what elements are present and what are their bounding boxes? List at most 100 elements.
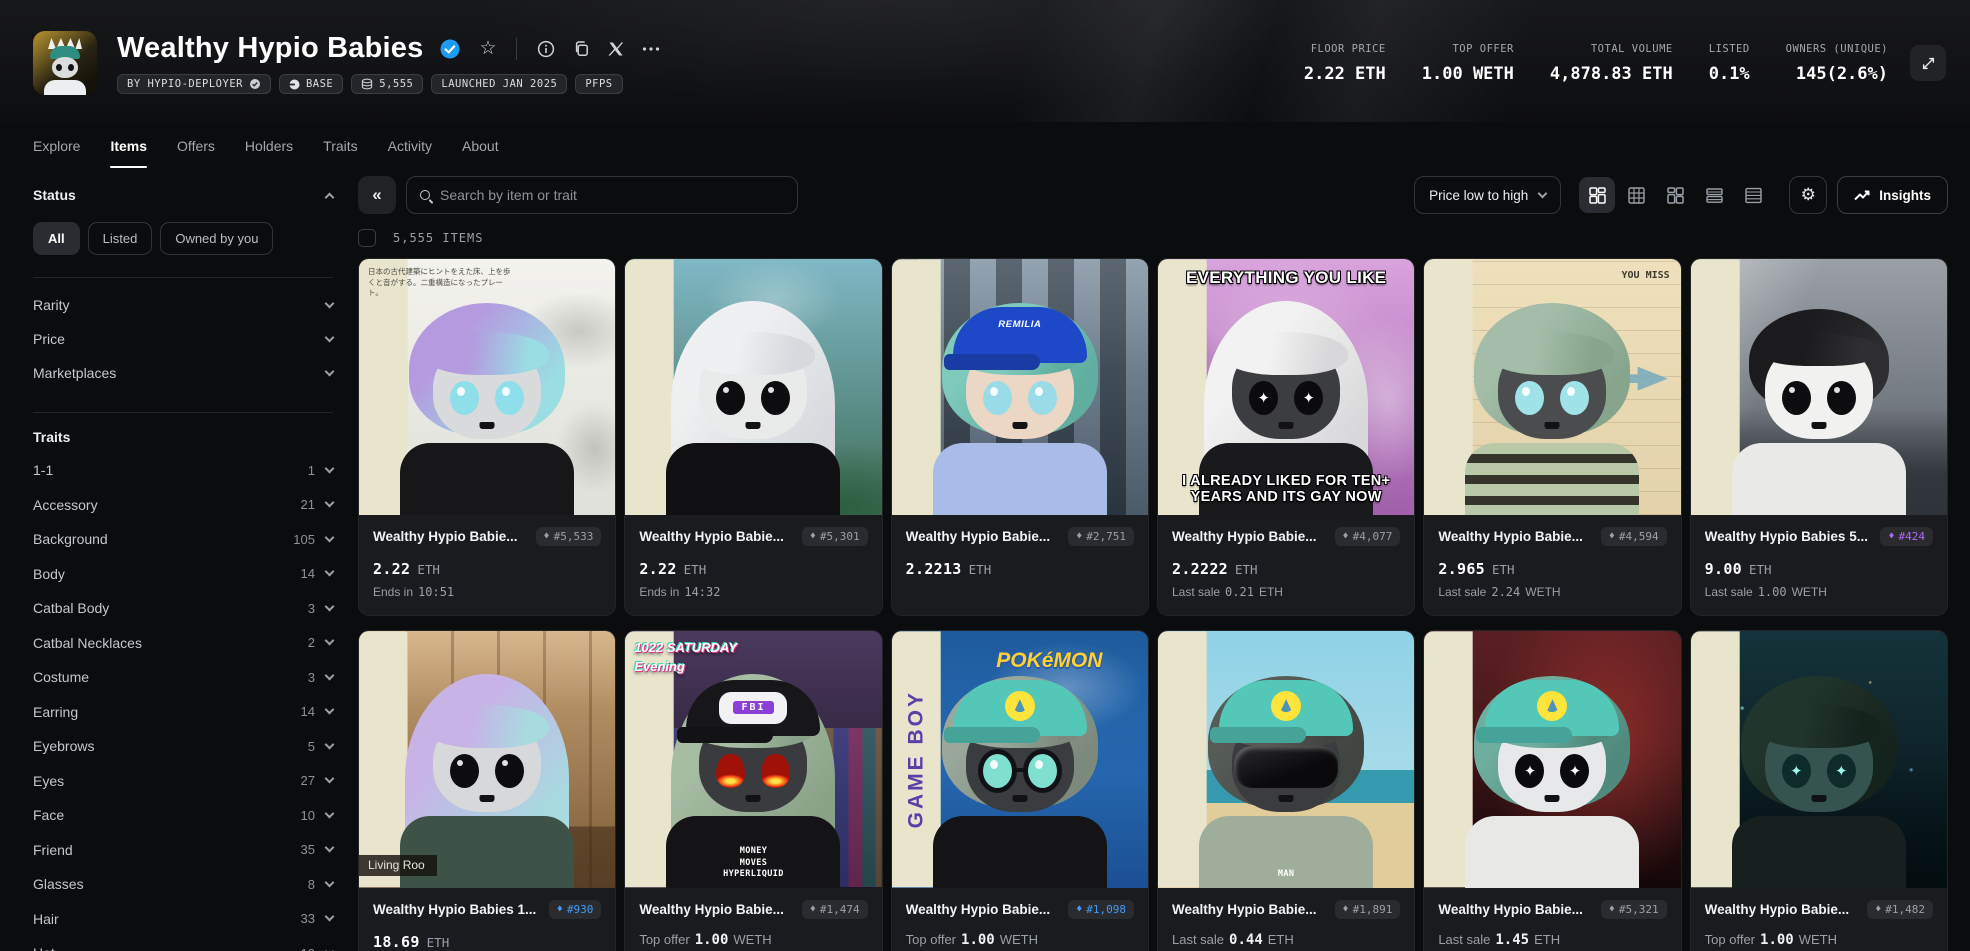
trait-row[interactable]: Eyebrows5 (33, 729, 333, 764)
nft-card[interactable]: Wealthy Hypio Babie... ♦#1,482 Top offer… (1690, 630, 1948, 951)
trait-row[interactable]: Friend35 (33, 833, 333, 868)
search-bar[interactable] (406, 176, 798, 214)
status-filter-listed[interactable]: Listed (88, 222, 153, 255)
cap-label: FBI (733, 701, 773, 714)
nft-card[interactable]: Wealthy Hypio Babie... ♦#5,321 Last sale… (1423, 630, 1681, 951)
character-mouth (1279, 422, 1294, 429)
tab-explore[interactable]: Explore (33, 134, 80, 158)
tab-offers[interactable]: Offers (177, 134, 215, 158)
status-filter-owned-by-you[interactable]: Owned by you (160, 222, 273, 255)
trait-row[interactable]: Glasses8 (33, 867, 333, 902)
trait-row[interactable]: Hat10 (33, 936, 333, 951)
trait-row[interactable]: Body14 (33, 557, 333, 592)
chevron-down-icon (325, 705, 335, 715)
tab-items[interactable]: Items (110, 134, 147, 158)
rank-number: #1,891 (1353, 903, 1393, 916)
filter-marketplaces[interactable]: Marketplaces (33, 356, 333, 390)
trait-row[interactable]: Earring14 (33, 695, 333, 730)
trait-row[interactable]: Costume3 (33, 660, 333, 695)
character-face (433, 714, 541, 812)
status-filter-all[interactable]: All (33, 222, 80, 255)
price-unit: ETH (417, 562, 440, 577)
art-side-text (1424, 259, 1473, 515)
nft-card[interactable]: EVERYTHING YOU LIKE I ALREADY LIKED FOR … (1157, 258, 1415, 616)
info-button[interactable] (535, 38, 557, 60)
status-section-header[interactable]: Status (33, 180, 333, 210)
expand-stats-button[interactable] (1910, 45, 1946, 81)
trait-row[interactable]: Eyes27 (33, 764, 333, 799)
settings-gear-button[interactable]: ⚙ (1789, 176, 1827, 214)
trait-row[interactable]: Face10 (33, 798, 333, 833)
sort-dropdown[interactable]: Price low to high (1414, 176, 1561, 214)
character-face (1765, 341, 1873, 439)
items-toolbar: « Price low to high (358, 176, 1948, 214)
more-options-button[interactable] (640, 44, 662, 54)
tab-holders[interactable]: Holders (245, 134, 293, 158)
trait-row[interactable]: 1-11 (33, 453, 333, 488)
favorite-star-button[interactable]: ☆ (477, 37, 498, 60)
character-fringe (425, 332, 549, 375)
nft-card[interactable]: GAME BOY POKéMON (891, 630, 1149, 951)
cap-front: FBI (719, 692, 787, 724)
trait-name: Glasses (33, 876, 84, 892)
trait-row[interactable]: Background105 (33, 522, 333, 557)
tab-traits[interactable]: Traits (323, 134, 357, 158)
nft-card[interactable]: Wealthy Hypio Babie... ♦#5,301 2.22ETH E… (624, 258, 882, 616)
diamond-icon: ♦ (544, 531, 550, 542)
select-all-checkbox[interactable] (358, 229, 376, 247)
nft-card[interactable]: Living Roo Wealthy Hypio Babies 1... ♦#9… (358, 630, 616, 951)
creator-pill[interactable]: BY HYPIO-DEPLOYER (117, 74, 271, 94)
character-fringe (425, 705, 549, 748)
search-input[interactable] (440, 187, 784, 203)
character-hair (1474, 303, 1630, 435)
view-table-button[interactable] (1735, 177, 1771, 213)
character-head (1744, 684, 1894, 844)
chain-pill[interactable]: BASE (279, 74, 343, 94)
category-label: PFPS (585, 78, 612, 90)
sub-prefix: Ends in (373, 585, 413, 599)
card-meta: Wealthy Hypio Babie... ♦#5,321 Last sale… (1424, 888, 1680, 951)
sub-unit: WETH (733, 932, 771, 947)
tab-about[interactable]: About (462, 134, 499, 158)
nft-card[interactable]: REMILIA Wealthy Hypio Babie... ♦#2,751 2… (891, 258, 1149, 616)
nft-card[interactable]: 日本の古代建築にヒントをえた床、上を歩くと音がする。二重構造になったプレート。 … (358, 258, 616, 616)
character-head: FBI (678, 684, 828, 844)
insights-button[interactable]: Insights (1837, 176, 1948, 214)
diamond-icon: ♦ (1076, 904, 1082, 915)
nft-card[interactable]: Wealthy Hypio Babies 5... ♦#424 9.00ETH … (1690, 258, 1948, 616)
view-list-button[interactable] (1696, 177, 1732, 213)
sub-prefix: Last sale (1438, 585, 1486, 599)
view-grid-large-button[interactable] (1618, 177, 1654, 213)
nft-card[interactable]: MONEY MOVES HYPERLIQUID FBI 1022 SATURDA… (624, 630, 882, 951)
filter-price[interactable]: Price (33, 322, 333, 356)
chevron-down-icon (325, 843, 335, 853)
stat-value: 145(2.6%) (1786, 64, 1888, 84)
insights-label: Insights (1879, 188, 1931, 203)
sub-prefix: Last sale (1438, 932, 1490, 947)
collapse-sidebar-button[interactable]: « (358, 176, 396, 214)
view-grid-small-button[interactable] (1579, 177, 1615, 213)
trait-row[interactable]: Hair33 (33, 902, 333, 937)
trait-row[interactable]: Catbal Body3 (33, 591, 333, 626)
tab-bar: Explore Items Offers Holders Traits Activity A… (0, 122, 1970, 170)
tab-activity[interactable]: Activity (388, 134, 432, 158)
supply-pill[interactable]: 5,555 (351, 74, 423, 94)
trait-row[interactable]: Accessory21 (33, 488, 333, 523)
trait-row[interactable]: Catbal Necklaces2 (33, 626, 333, 661)
rarity-rank-badge: ♦#424 (1880, 527, 1933, 546)
sub-line: Last sale0.44ETH (1172, 932, 1400, 948)
nft-title: Wealthy Hypio Babie... (906, 902, 1051, 917)
nft-card[interactable]: MAN Wealthy Hypio (1157, 630, 1415, 951)
category-pill: PFPS (575, 74, 622, 94)
filter-rarity[interactable]: Rarity (33, 288, 333, 322)
copy-address-button[interactable] (571, 38, 592, 59)
diamond-icon: ♦ (1343, 531, 1349, 542)
x-twitter-button[interactable] (606, 39, 626, 59)
view-masonry-button[interactable] (1657, 177, 1693, 213)
trait-count: 35 (301, 842, 315, 857)
trait-count: 5 (308, 739, 315, 754)
stat-label: FLOOR PRICE (1304, 43, 1386, 55)
nft-card[interactable]: YOU MISS Wealthy Hypio Babie... ♦#4,594 … (1423, 258, 1681, 616)
character-fringe (958, 705, 1082, 748)
character-eye-left (716, 381, 745, 415)
